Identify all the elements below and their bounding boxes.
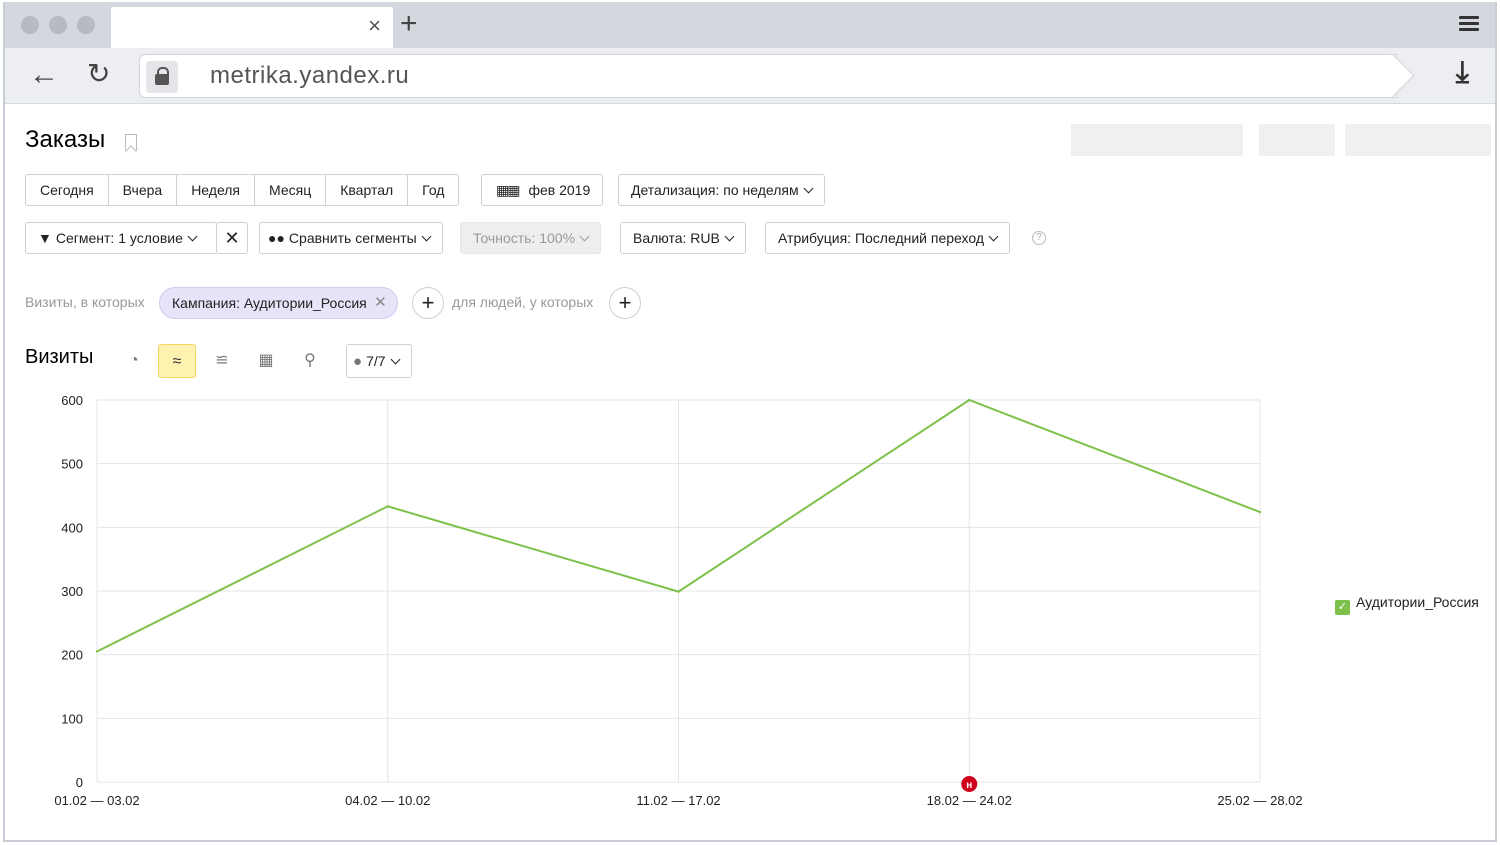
area-chart-icon[interactable]: ≌ <box>203 344 241 378</box>
compare-segments-dropdown[interactable]: ●● Сравнить сегменты <box>259 222 443 254</box>
annotation-label: н <box>966 780 972 791</box>
detail-dropdown[interactable]: Детализация: по неделям <box>618 174 825 206</box>
accuracy-dropdown[interactable]: Точность: 100% <box>460 222 602 254</box>
back-arrow-icon[interactable]: ← <box>29 60 59 90</box>
period-month-button[interactable]: Месяц <box>255 175 327 205</box>
y-tick-label: 0 <box>76 775 83 790</box>
currency-label: Валюта: RUB <box>633 230 720 246</box>
chevron-down-icon <box>803 183 814 194</box>
page-title: Заказы <box>25 126 106 153</box>
y-tick-label: 100 <box>61 711 83 726</box>
bookmark-icon[interactable] <box>125 134 137 151</box>
x-tick-label: 01.02 — 03.02 <box>54 793 139 808</box>
period-today-button[interactable]: Сегодня <box>26 175 109 205</box>
y-tick-label: 200 <box>61 648 83 663</box>
series-point <box>968 398 971 402</box>
annotations-dropdown[interactable]: ● 7/7 <box>346 344 412 378</box>
attribution-label: Атрибуция: Последний переход <box>778 230 985 246</box>
date-label: фев 2019 <box>528 182 591 198</box>
line-chart-icon[interactable]: ≈ <box>158 344 196 378</box>
x-tick-label: 25.02 — 28.02 <box>1217 793 1302 808</box>
campaign-filter-chip[interactable]: Кампания: Аудитории_Россия ✕ <box>159 287 398 319</box>
segment-label: Сегмент: 1 условие <box>55 230 183 246</box>
chart-legend[interactable]: ✓ Аудитории_Россия <box>1335 594 1479 615</box>
add-people-condition-button[interactable]: + <box>609 287 641 319</box>
add-visit-condition-button[interactable]: + <box>412 287 444 319</box>
series-point <box>386 505 389 508</box>
currency-dropdown[interactable]: Валюта: RUB <box>620 222 746 254</box>
new-tab-button[interactable]: + <box>400 7 418 41</box>
browser-window: × + ← ↻ metrika.yandex.ru ⤓ Заказы Сегод… <box>3 2 1497 842</box>
chevron-down-icon <box>390 354 400 365</box>
window-close-dot[interactable] <box>21 16 39 34</box>
x-tick-label: 11.02 — 17.02 <box>636 793 720 808</box>
tab-bar: × + <box>5 2 1495 48</box>
window-zoom-dot[interactable] <box>77 16 95 34</box>
y-tick-label: 300 <box>61 584 83 599</box>
period-button-group: Сегодня Вчера Неделя Месяц Квартал Год <box>25 174 460 206</box>
legend-series-label: Аудитории_Россия <box>1356 594 1479 610</box>
people-filter-prefix: для людей, у которых <box>452 294 594 310</box>
blurred-account <box>1345 124 1491 156</box>
y-tick-label: 400 <box>61 520 83 535</box>
visits-line-chart: 0 100 200 300 400 500 600 01.02 — 03.02 04.02 — … <box>54 393 1302 808</box>
remove-filter-icon[interactable]: ✕ <box>374 288 387 318</box>
series-point <box>1258 510 1262 514</box>
y-tick-label: 500 <box>61 457 83 472</box>
blurred-counter-id <box>1259 124 1335 156</box>
period-year-button[interactable]: Год <box>408 175 458 205</box>
map-pin-icon[interactable]: ⚲ <box>291 344 329 378</box>
series-point <box>677 590 680 593</box>
chevron-down-icon <box>579 231 590 242</box>
download-icon[interactable]: ⤓ <box>1456 58 1469 88</box>
legend-checkbox-icon[interactable]: ✓ <box>1335 600 1350 615</box>
detail-label: Детализация: по неделям <box>631 182 799 198</box>
campaign-filter-label: Кампания: Аудитории_Россия <box>172 295 367 311</box>
url-text[interactable]: metrika.yandex.ru <box>210 62 409 90</box>
reload-icon[interactable]: ↻ <box>87 58 110 90</box>
comment-icon: ● <box>353 353 363 370</box>
blurred-counter-name <box>1071 124 1243 156</box>
compare-label: Сравнить сегменты <box>288 230 417 246</box>
pie-chart-icon[interactable]: ◔ <box>115 344 153 378</box>
segment-dropdown[interactable]: ▼ Сегмент: 1 условие <box>25 222 217 254</box>
filter-icon: ▼ <box>38 230 52 246</box>
chevron-down-icon <box>421 231 432 242</box>
chevron-down-icon <box>187 231 198 242</box>
date-picker-button[interactable]: ▦▦ фев 2019 <box>481 174 604 206</box>
calendar-icon: ▦▦ <box>496 182 521 198</box>
x-tick-label: 04.02 — 10.02 <box>345 793 430 808</box>
segment-clear-button[interactable]: ✕ <box>216 222 248 254</box>
series-point <box>95 650 99 653</box>
url-field[interactable]: metrika.yandex.ru <box>139 54 1397 98</box>
chevron-down-icon <box>724 231 735 242</box>
chevron-down-icon <box>988 231 999 242</box>
tab-close-icon[interactable]: × <box>368 15 381 37</box>
period-quarter-button[interactable]: Квартал <box>326 175 409 205</box>
bar-chart-icon[interactable]: ▦ <box>247 344 285 378</box>
attribution-dropdown[interactable]: Атрибуция: Последний переход <box>765 222 1011 254</box>
visits-filter-prefix: Визиты, в которых <box>25 294 145 310</box>
drops-icon: ●● <box>268 230 285 246</box>
x-tick-label: 18.02 — 24.02 <box>927 793 1012 808</box>
series-count: 7/7 <box>366 353 386 369</box>
accuracy-label: Точность: 100% <box>473 230 576 246</box>
close-icon: ✕ <box>224 228 240 248</box>
hamburger-menu-icon[interactable] <box>1459 16 1479 32</box>
period-week-button[interactable]: Неделя <box>177 175 256 205</box>
y-tick-label: 600 <box>61 393 83 408</box>
help-icon[interactable]: ? <box>1032 231 1046 245</box>
lock-icon[interactable] <box>146 61 178 93</box>
chart-metric-title: Визиты <box>25 346 94 368</box>
window-minimize-dot[interactable] <box>49 16 67 34</box>
period-yesterday-button[interactable]: Вчера <box>109 175 178 205</box>
browser-tab[interactable]: × <box>111 7 393 48</box>
address-bar: ← ↻ metrika.yandex.ru ⤓ <box>5 48 1495 104</box>
